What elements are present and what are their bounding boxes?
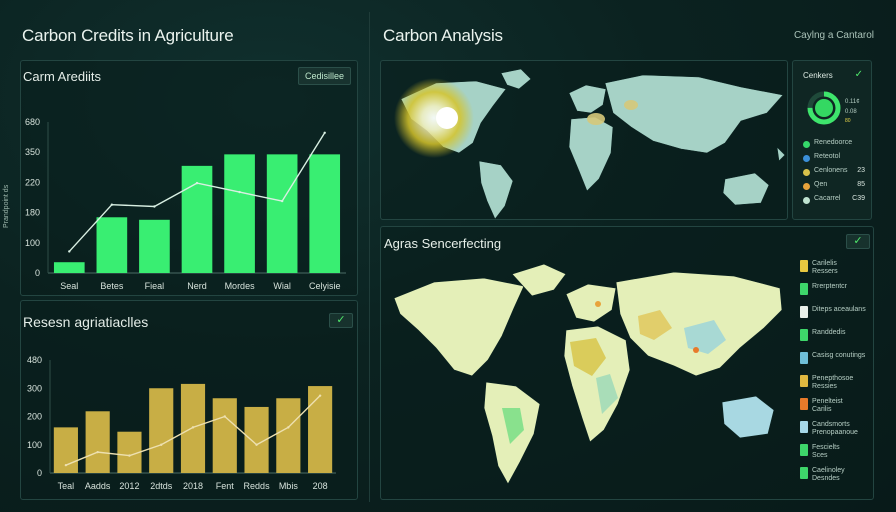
legend-swatch: [800, 421, 808, 433]
legend-item[interactable]: Fescielts Sces: [800, 444, 840, 464]
x-tick-label: Fent: [216, 481, 235, 491]
legend-swatch: [803, 155, 810, 162]
agriculture-world-map[interactable]: [384, 258, 788, 494]
legend-label: Cenlonens: [814, 167, 848, 174]
legend-item[interactable]: Penepthosoe Ressies: [800, 375, 853, 395]
legend-label: Rrerptentcr: [812, 283, 848, 290]
legend-swatch: [800, 375, 808, 387]
legend-swatch: [803, 141, 810, 148]
legend-item[interactable]: Diteps aceaulans: [800, 306, 866, 326]
chart-bar[interactable]: [212, 398, 237, 473]
legend-item[interactable]: Carilelis Ressers: [800, 260, 838, 280]
legend-label: Reteotol: [814, 153, 841, 160]
agriculture-legend: Carilelis Ressers Rrerptentcr Diteps aceau…: [800, 260, 876, 496]
legend-label: Carilelis Ressers: [812, 260, 838, 275]
donut-percent-label: 80: [845, 118, 851, 124]
legend-value: 85: [857, 181, 865, 188]
x-tick-label: 208: [313, 481, 328, 491]
y-tick-label: 480: [27, 355, 42, 365]
trend-point: [287, 426, 290, 429]
chart-bar[interactable]: [149, 388, 174, 473]
legend-label: Casisg conutings: [812, 352, 866, 359]
legend-item[interactable]: Randdedis: [800, 329, 845, 349]
legend-item[interactable]: Penelteist Carilis: [800, 398, 843, 418]
x-tick-label: 2018: [183, 481, 203, 491]
legend-label: Diteps aceaulans: [812, 306, 866, 313]
legend-swatch: [800, 352, 808, 364]
legend-label: Caelinoley Desndes: [812, 467, 845, 482]
legend-label: Randdedis: [812, 329, 846, 336]
legend-item[interactable]: Casisg conutings: [800, 352, 865, 372]
legend-item[interactable]: Renedoorce: [803, 139, 865, 151]
carbon-analysis-title: Carbon Analysis: [383, 26, 503, 45]
agriculture-research-bar-chart: 0 100 200 300 480 Teal Aadds 2012 2dtds 2018 Fent R…: [27, 355, 336, 491]
legend-swatch: [800, 467, 808, 479]
y-tick-label: 300: [27, 383, 42, 393]
x-tick-label: Teal: [58, 481, 75, 491]
legend-label: Cacarrel: [814, 195, 841, 202]
legend-swatch: [800, 260, 808, 272]
legend-item[interactable]: Cenlonens 23: [803, 167, 865, 179]
chart-bar[interactable]: [85, 411, 110, 473]
legend-swatch: [800, 283, 808, 295]
legend-item[interactable]: Cacarrel C39: [803, 195, 865, 207]
legend-title: Cenkers: [803, 71, 833, 80]
carbon-world-map[interactable]: [381, 61, 787, 219]
y-tick-label: 0: [37, 468, 42, 478]
confirm-check-button[interactable]: ✓: [846, 234, 870, 249]
x-tick-label: Redds: [244, 481, 271, 491]
legend-item[interactable]: Candsmorts Prenopaanoue: [800, 421, 858, 441]
legend-label: Penelteist Carilis: [812, 398, 843, 413]
header-action-link[interactable]: Caylng a Cantarol: [794, 30, 874, 41]
carbon-legend-panel: Cenkers ✓ 0.11¢ 0.08 80 Renedoorce Reteot…: [792, 60, 872, 220]
chart-bar[interactable]: [308, 386, 333, 473]
trend-point: [128, 454, 131, 457]
trend-point: [191, 426, 195, 429]
x-tick-label: 2dtds: [150, 481, 173, 491]
legend-label: Candsmorts Prenopaanoue: [812, 421, 858, 436]
x-tick-label: 2012: [119, 481, 139, 491]
legend-item[interactable]: Qen 85: [803, 181, 865, 193]
donut-value-label: 0.11¢ 0.08: [845, 99, 860, 115]
legend-label: Renedoorce: [814, 139, 853, 146]
legend-swatch: [800, 444, 808, 456]
legend-label: Qen: [814, 181, 828, 188]
legend-swatch: [800, 398, 808, 410]
y-tick-label: 100: [27, 440, 42, 450]
x-tick-label: Aadds: [85, 481, 111, 491]
trend-point: [96, 450, 99, 454]
x-tick-label: Mbis: [279, 481, 299, 491]
legend-label: Penepthosoe Ressies: [812, 375, 854, 390]
trend-point: [160, 443, 163, 446]
legend-item[interactable]: Rrerptentcr: [800, 283, 847, 303]
legend-swatch: [803, 197, 810, 204]
legend-swatch: [800, 306, 808, 318]
collapse-chevron-icon[interactable]: ✓: [855, 69, 863, 80]
legend-item[interactable]: Reteotol: [803, 153, 865, 165]
legend-swatch: [803, 183, 810, 190]
donut-center: [815, 99, 833, 117]
legend-swatch: [800, 329, 808, 341]
legend-value: 23: [857, 167, 865, 174]
progress-donut: [807, 91, 841, 125]
legend-value: C39: [852, 195, 865, 202]
trend-point: [64, 463, 68, 467]
chart-bar[interactable]: [276, 398, 301, 473]
legend-item[interactable]: Caelinoley Desndes: [800, 467, 845, 487]
trend-point: [223, 415, 226, 418]
legend-swatch: [803, 169, 810, 176]
legend-label: Fescielts Sces: [812, 444, 840, 459]
trend-point: [255, 443, 258, 446]
trend-point: [318, 394, 322, 397]
y-tick-label: 200: [27, 412, 42, 422]
map2-title: Agras Sencerfecting: [384, 236, 502, 251]
